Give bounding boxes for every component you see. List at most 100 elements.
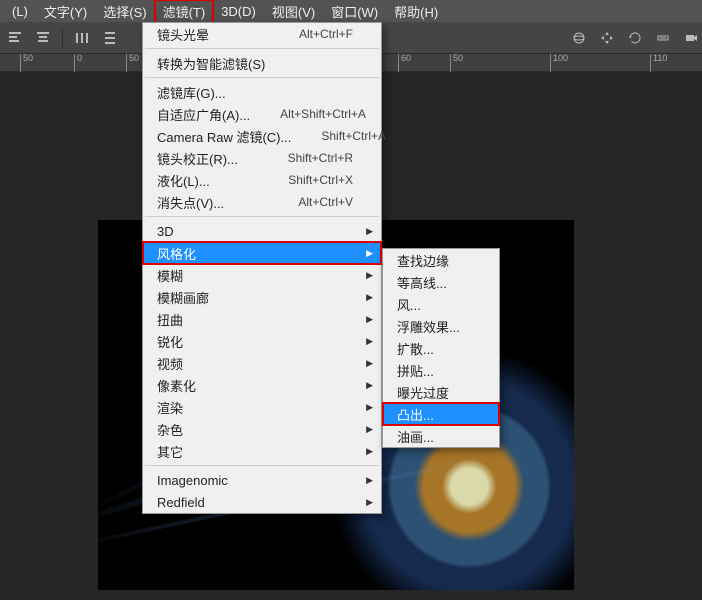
stylize-solarize[interactable]: 曝光过度 [383,381,499,403]
filter-stylize[interactable]: 风格化 ▶ [143,242,381,264]
menu-item-shortcut: Alt+Shift+Ctrl+A [280,107,366,121]
distribute-h-icon[interactable] [71,27,93,49]
menu-window[interactable]: 窗口(W) [323,0,386,23]
filter-redfield[interactable]: Redfield▶ [143,491,381,513]
menu-item-label: 扩散... [397,339,471,358]
ruler-tick: 50 [20,54,33,72]
menu-item-label: 风... [397,295,471,314]
filter-adaptive-wide[interactable]: 自适应广角(A)... Alt+Shift+Ctrl+A [143,103,381,125]
menu-item-label: 杂色 [157,420,353,439]
filter-imagenomic[interactable]: Imagenomic ▶ [143,469,381,491]
menu-item-label: 像素化 [157,376,353,395]
menu-item-shortcut: Shift+Ctrl+X [288,173,353,187]
menu-item-label: 模糊 [157,266,353,285]
filter-last[interactable]: 镜头光晕 Alt+Ctrl+F [143,23,381,45]
menu-item-label: 自适应广角(A)... [157,105,250,124]
submenu-arrow-icon: ▶ [366,336,373,347]
menu-item-label: 视频 [157,354,353,373]
filter-distort[interactable]: 扭曲 ▶ [143,308,381,330]
filter-convert-smart[interactable]: 转换为智能滤镜(S) [143,52,381,74]
filter-sharpen[interactable]: 锐化 ▶ [143,330,381,352]
menu-filter[interactable]: 滤镜(T) [155,0,214,23]
filter-blur[interactable]: 模糊▶ [143,264,381,286]
stylize-extrude[interactable]: 凸出... [383,403,499,425]
menu-item-label: 凸出... [397,405,471,424]
menu-item-shortcut: Alt+Ctrl+F [299,27,353,41]
submenu-arrow-icon: ▶ [366,446,373,457]
menu-3d[interactable]: 3D(D) [213,2,264,21]
filter-blur-gallery[interactable]: 模糊画廊 ▶ [143,286,381,308]
menu-item-label: 渲染 [157,398,353,417]
menu-item-label: Imagenomic [157,473,353,488]
3d-pan-icon[interactable] [596,27,618,49]
submenu-arrow-icon: ▶ [366,475,373,486]
submenu-arrow-icon: ▶ [366,248,373,259]
menu-separator [145,48,379,49]
menu-item-label: 滤镜库(G)... [157,83,323,102]
stylize-tiles[interactable]: 拼贴... [383,359,499,381]
menu-item-label: 3D [157,224,353,239]
menu-item-label: 查找边缘 [397,251,471,270]
align-center-icon[interactable] [32,27,54,49]
menu-separator [145,216,379,217]
menu-view[interactable]: 视图(V) [264,0,323,23]
menu-select[interactable]: 选择(S) [95,0,154,23]
filter-noise[interactable]: 杂色 ▶ [143,418,381,440]
menu-item-label: 其它 [157,442,353,461]
3d-roll-icon[interactable] [624,27,646,49]
menu-item-label: 消失点(V)... [157,193,268,212]
ruler-tick: 100 [550,54,568,72]
menu-item-label: 锐化 [157,332,353,351]
menu-item-label: 风格化 [157,244,353,263]
menu-partial[interactable]: (L) [4,2,36,21]
menu-item-label: 油画... [397,427,471,446]
stylize-wind[interactable]: 风... [383,293,499,315]
submenu-arrow-icon: ▶ [366,314,373,325]
distribute-v-icon[interactable] [99,27,121,49]
submenu-arrow-icon: ▶ [366,402,373,413]
submenu-arrow-icon: ▶ [366,292,373,303]
filter-pixelate[interactable]: 像素化▶ [143,374,381,396]
filter-video[interactable]: 视频 ▶ [143,352,381,374]
stylize-emboss[interactable]: 浮雕效果... [383,315,499,337]
filter-gallery[interactable]: 滤镜库(G)... [143,81,381,103]
menubar: (L) 文字(Y) 选择(S) 滤镜(T) 3D(D) 视图(V) 窗口(W) … [0,0,702,22]
mode-icons [568,27,702,49]
stylize-diffuse[interactable]: 扩散... [383,337,499,359]
menu-item-label: 扭曲 [157,310,353,329]
stylize-oil-paint[interactable]: 油画... [383,425,499,447]
align-left-icon[interactable] [4,27,26,49]
menu-separator [145,77,379,78]
filter-other[interactable]: 其它 ▶ [143,440,381,462]
stylize-dropdown: 查找边缘 等高线... 风... 浮雕效果... 扩散... 拼贴... 曝光过… [382,248,500,448]
filter-vanishing-point[interactable]: 消失点(V)...Alt+Ctrl+V [143,191,381,213]
menu-item-label: 曝光过度 [397,383,471,402]
menu-item-shortcut: Shift+Ctrl+A [321,129,386,143]
3d-slide-icon[interactable] [652,27,674,49]
ruler-tick: 60 [398,54,411,72]
menu-separator [145,465,379,466]
menu-item-label: 拼贴... [397,361,471,380]
menu-item-label: 镜头光晕 [157,25,269,44]
submenu-arrow-icon: ▶ [366,358,373,369]
menu-help[interactable]: 帮助(H) [386,0,446,23]
menu-item-label: 液化(L)... [157,171,258,190]
filter-3d[interactable]: 3D ▶ [143,220,381,242]
submenu-arrow-icon: ▶ [366,424,373,435]
menu-item-label: 等高线... [397,273,471,292]
stylize-trace-contour[interactable]: 等高线... [383,271,499,293]
stylize-find-edges[interactable]: 查找边缘 [383,249,499,271]
filter-render[interactable]: 渲染 ▶ [143,396,381,418]
3d-orbit-icon[interactable] [568,27,590,49]
menu-item-label: 模糊画廊 [157,288,353,307]
filter-camera-raw[interactable]: Camera Raw 滤镜(C)...Shift+Ctrl+A [143,125,381,147]
menu-text[interactable]: 文字(Y) [36,0,95,23]
ruler-tick: 0 [74,54,82,72]
menu-item-label: Camera Raw 滤镜(C)... [157,127,291,146]
ruler-tick: 50 [126,54,139,72]
filter-liquify[interactable]: 液化(L)... Shift+Ctrl+X [143,169,381,191]
ruler-tick: 110 [650,54,667,72]
filter-lens-correction[interactable]: 镜头校正(R)...Shift+Ctrl+R [143,147,381,169]
submenu-arrow-icon: ▶ [366,226,373,237]
3d-camera-icon[interactable] [680,27,702,49]
